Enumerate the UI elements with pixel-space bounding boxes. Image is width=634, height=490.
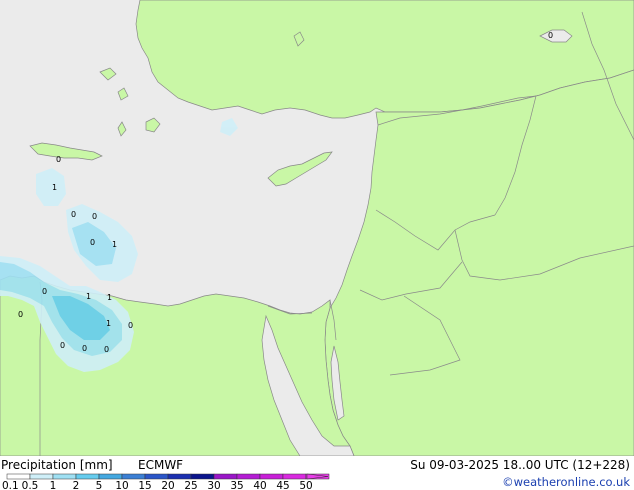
credit-link[interactable]: ©weatheronline.co.uk xyxy=(502,475,630,489)
precip-label: 0 xyxy=(42,287,47,296)
valid-time: Su 09-03-2025 18..00 UTC (12+228) xyxy=(410,458,630,472)
precip-label: 0 xyxy=(104,345,109,354)
scale-color-box xyxy=(75,473,100,480)
scale-tick-label: 0.5 xyxy=(22,480,39,490)
scale-tick-label: 40 xyxy=(253,480,266,490)
scale-color-box xyxy=(213,473,238,480)
scale-color-box xyxy=(144,473,169,480)
scale-color-box xyxy=(282,473,307,480)
scale-tick-label: 45 xyxy=(276,480,289,490)
precip-label: 0 xyxy=(60,341,65,350)
scale-color-box xyxy=(52,473,77,480)
forecast-map-view: 0 1 0 0 0 1 0 1 1 0 1 0 0 0 0 0 Precipit… xyxy=(0,0,634,490)
scale-color-box xyxy=(121,473,146,480)
scale-tick-label: 25 xyxy=(184,480,197,490)
scale-color-box xyxy=(236,473,261,480)
precip-label: 0 xyxy=(128,321,133,330)
scale-color-box xyxy=(190,473,215,480)
scale-tick-label: 5 xyxy=(96,480,103,490)
precip-label: 0 xyxy=(18,310,23,319)
precipitation-map: 0 1 0 0 0 1 0 1 1 0 1 0 0 0 0 0 xyxy=(0,0,634,456)
precip-label: 0 xyxy=(548,31,553,40)
scale-tick-label: 10 xyxy=(115,480,128,490)
scale-tick-label: 35 xyxy=(230,480,243,490)
scale-boxes xyxy=(6,473,330,480)
precip-label: 0 xyxy=(90,238,95,247)
precip-label: 0 xyxy=(56,155,61,164)
precip-label: 1 xyxy=(52,183,57,192)
precip-label: 1 xyxy=(86,292,91,301)
scale-color-box xyxy=(167,473,192,480)
scale-tick-label: 30 xyxy=(207,480,220,490)
scale-color-box xyxy=(98,473,123,480)
scale-ticks: 0.1 0.5 1 2 5 10 15 20 25 30 35 40 45 50 xyxy=(2,480,313,490)
model-name: ECMWF xyxy=(138,458,184,472)
scale-tick-label: 0.1 xyxy=(2,480,19,490)
scale-color-box xyxy=(6,473,31,480)
map-footer: Precipitation [mm] ECMWF Su 09-03-2025 1… xyxy=(0,456,634,490)
scale-color-box xyxy=(29,473,54,480)
precip-label: 1 xyxy=(106,319,111,328)
scale-tick-label: 15 xyxy=(138,480,151,490)
precip-label: 0 xyxy=(92,212,97,221)
scale-color-box xyxy=(259,473,284,480)
scale-tick-label: 2 xyxy=(73,480,80,490)
map-title: Precipitation [mm] xyxy=(1,458,113,472)
scale-tick-label: 20 xyxy=(161,480,174,490)
precip-label: 0 xyxy=(71,210,76,219)
scale-tick-label: 50 xyxy=(299,480,312,490)
precip-label: 1 xyxy=(112,240,117,249)
precipitation-color-scale: 0.1 0.5 1 2 5 10 15 20 25 30 35 40 45 50 xyxy=(2,473,330,490)
precip-label: 1 xyxy=(107,293,112,302)
precip-label: 0 xyxy=(82,344,87,353)
scale-tick-label: 1 xyxy=(50,480,57,490)
